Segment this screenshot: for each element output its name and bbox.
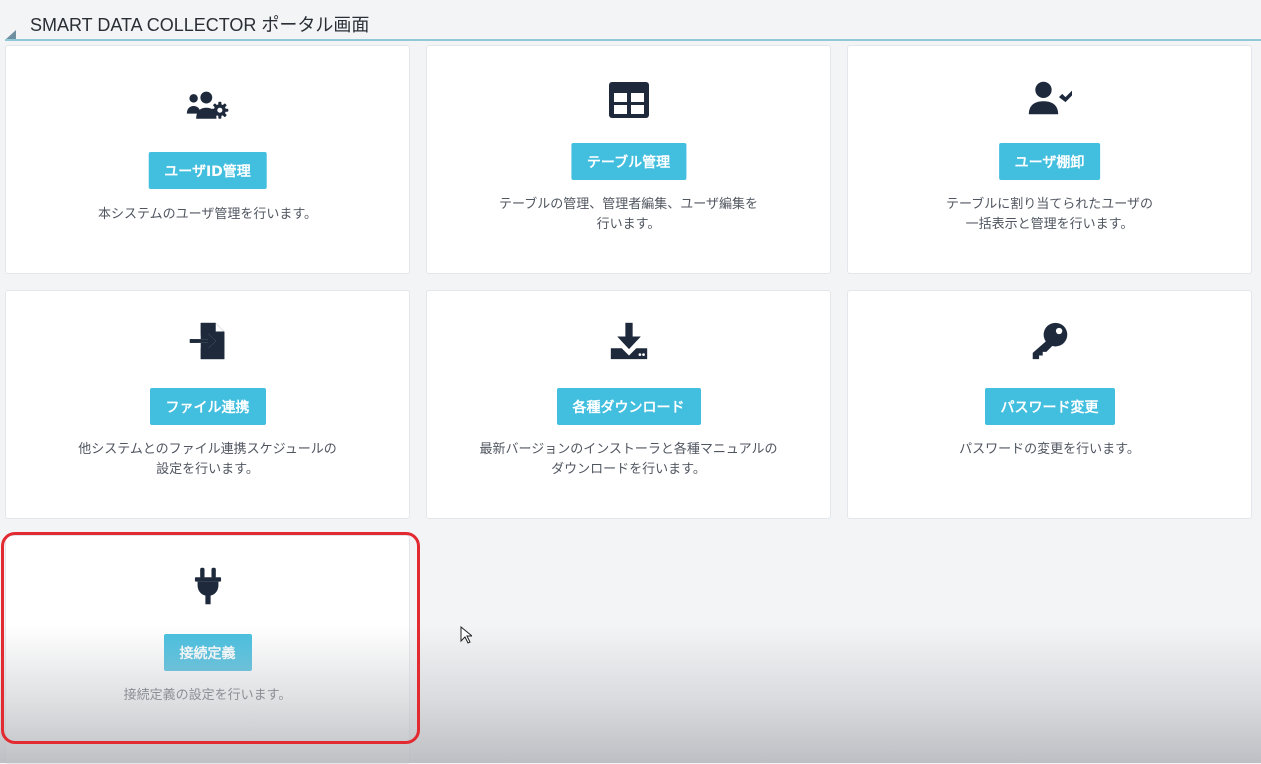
downloads-button[interactable]: 各種ダウンロード: [556, 388, 701, 425]
users-cog-icon: [6, 86, 409, 126]
card-table-management: テーブル管理 テーブルの管理、管理者編集、ユーザ編集を 行います。: [426, 45, 831, 274]
portal-page: SMART DATA COLLECTOR ポータル画面 ユーザID管理 本システ…: [0, 0, 1261, 764]
card-downloads: 各種ダウンロード 最新バージョンのインストーラと各種マニュアルの ダウンロードを…: [426, 290, 831, 519]
connection-definition-description: 接続定義の設定を行います。: [123, 688, 292, 703]
file-import-icon: [6, 321, 409, 361]
page-title: SMART DATA COLLECTOR ポータル画面: [30, 15, 370, 35]
user-inventory-description: テーブルに割り当てられたユーザの 一括表示と管理を行います。: [946, 197, 1153, 232]
password-change-description: パスワードの変更を行います。: [959, 442, 1140, 457]
card-user-inventory: ユーザ棚卸 テーブルに割り当てられたユーザの 一括表示と管理を行います。: [847, 45, 1252, 274]
table-management-description: テーブルの管理、管理者編集、ユーザ編集を 行います。: [499, 197, 758, 232]
card-password-change: パスワード変更 パスワードの変更を行います。: [847, 290, 1252, 519]
plug-icon: [6, 566, 409, 606]
user-inventory-button[interactable]: ユーザ棚卸: [998, 143, 1101, 180]
password-change-button[interactable]: パスワード変更: [984, 388, 1115, 425]
connection-definition-button[interactable]: 接続定義: [163, 634, 252, 671]
file-integration-button[interactable]: ファイル連携: [149, 388, 266, 425]
table-management-button[interactable]: テーブル管理: [570, 143, 687, 180]
downloads-description: 最新バージョンのインストーラと各種マニュアルの ダウンロードを行います。: [479, 442, 778, 477]
card-user-id-management: ユーザID管理 本システムのユーザ管理を行います。: [5, 45, 410, 274]
download-icon: [427, 321, 830, 361]
user-id-management-button[interactable]: ユーザID管理: [148, 152, 267, 189]
card-connection-definition: 接続定義 接続定義の設定を行います。: [5, 535, 410, 764]
key-icon: [848, 321, 1251, 361]
card-file-integration: ファイル連携 他システムとのファイル連携スケジュールの 設定を行います。: [5, 290, 410, 519]
user-check-icon: [848, 78, 1251, 118]
header-divider: [5, 39, 1261, 41]
user-id-management-description: 本システムのユーザ管理を行います。: [97, 207, 318, 222]
table-icon: [427, 80, 830, 120]
file-integration-description: 他システムとのファイル連携スケジュールの 設定を行います。: [78, 442, 337, 477]
portal-header: SMART DATA COLLECTOR ポータル画面: [0, 0, 1261, 42]
mouse-cursor-icon: [460, 626, 472, 644]
